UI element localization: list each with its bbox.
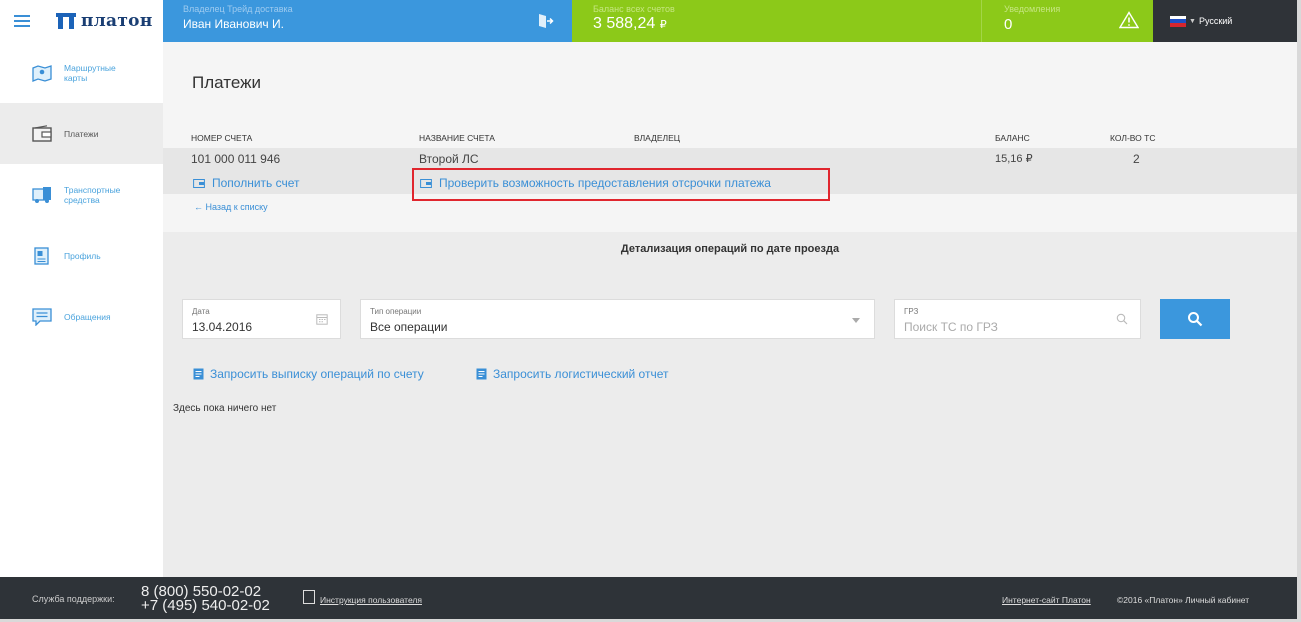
window-edge [1297, 0, 1301, 622]
operation-type-select[interactable]: Тип операции Все операции [360, 299, 875, 339]
balance-value: 3 588,24 ₽ [593, 15, 981, 33]
sidebar-item-payments[interactable]: Платежи [0, 103, 163, 164]
sidebar-item-label: Обращения [64, 311, 111, 322]
language-selector[interactable]: ▼ Русский [1153, 0, 1297, 42]
wallet-icon [193, 179, 205, 188]
balance-amount: 3 588,24 [593, 15, 656, 32]
grz-label: ГРЗ [904, 307, 919, 316]
empty-state-text: Здесь пока ничего нет [173, 403, 277, 414]
sidebar-item-label: Транспортные средства [64, 184, 121, 205]
owner-panel[interactable]: Владелец Трейд доставка Иван Иванович И. [163, 0, 572, 42]
request-statement-label: Запросить выписку операций по счету [210, 367, 424, 381]
russia-flag-icon [1170, 15, 1186, 27]
logout-icon[interactable] [536, 12, 554, 30]
sidebar-item-requests[interactable]: Обращения [0, 286, 163, 347]
date-value: 13.04.2016 [192, 320, 253, 334]
topup-account-link[interactable]: Пополнить счет [193, 176, 300, 190]
column-header-vehicles: Кол-во ТС [1110, 133, 1156, 143]
calendar-icon[interactable] [316, 313, 328, 325]
page-title: Платежи [192, 73, 261, 92]
sidebar-item-profile[interactable]: Профиль [0, 225, 163, 286]
chevron-down-icon: ▼ [1189, 17, 1196, 25]
document-icon [193, 368, 204, 380]
column-header-number: Номер счета [191, 133, 253, 143]
user-manual-link[interactable]: Инструкция пользователя [320, 595, 422, 605]
logo-text: платон [81, 11, 153, 31]
chevron-down-icon [852, 318, 860, 323]
download-icon [303, 590, 315, 604]
search-button[interactable] [1160, 299, 1230, 339]
support-phones: 8 (800) 550-02-02 +7 (495) 540-02-02 [141, 584, 270, 613]
warning-icon [1119, 11, 1139, 29]
map-icon [32, 64, 52, 82]
menu-toggle[interactable] [0, 0, 44, 42]
request-logistic-report-label: Запросить логистический отчет [493, 367, 669, 381]
request-logistic-report-link[interactable]: Запросить логистический отчет [476, 367, 669, 381]
account-panel: Платежи Номер счета Название счета Владе… [163, 42, 1297, 232]
sidebar-item-label: Маршрутные карты [64, 62, 116, 83]
topup-account-label: Пополнить счет [212, 176, 300, 190]
search-icon [1188, 312, 1203, 327]
support-phone-2[interactable]: +7 (495) 540-02-02 [141, 598, 270, 613]
grz-search-input[interactable]: ГРЗ Поиск ТС по ГРЗ [894, 299, 1141, 339]
account-name: Второй ЛС [419, 152, 479, 166]
logo[interactable]: платон [44, 0, 163, 42]
copyright-text: ©2016 «Платон» Личный кабинет [1117, 595, 1250, 605]
grz-placeholder: Поиск ТС по ГРЗ [904, 320, 998, 334]
date-field[interactable]: Дата 13.04.2016 [182, 299, 341, 339]
back-to-list-link[interactable]: ← Назад к списку [194, 202, 268, 212]
section-title: Детализация операций по дате проезда [620, 243, 840, 255]
sidebar-item-route-maps[interactable]: Маршрутные карты [0, 42, 163, 103]
column-header-balance: Баланс [995, 133, 1030, 143]
website-link[interactable]: Интернет-сайт Платон [1002, 595, 1091, 605]
sidebar-item-label: Профиль [64, 250, 101, 261]
date-label: Дата [192, 307, 210, 316]
balance-label: Баланс всех счетов [593, 4, 675, 14]
column-header-name: Название счета [419, 133, 495, 143]
sidebar-item-label: Платежи [64, 128, 99, 139]
message-icon [32, 307, 52, 326]
footer: Служба поддержки: 8 (800) 550-02-02 +7 (… [0, 577, 1297, 619]
sidebar: Маршрутные карты Платежи Транспортные сред… [0, 42, 163, 577]
account-number: 101 000 011 946 [191, 152, 281, 166]
language-label: Русский [1198, 16, 1233, 26]
wallet-icon [32, 124, 52, 142]
notifications-panel[interactable]: Уведомления 0 [981, 0, 1153, 42]
app-root: платон Владелец Трейд доставка Иван Иван… [0, 0, 1301, 622]
operation-type-label: Тип операции [370, 307, 422, 316]
balance-currency: ₽ [659, 19, 667, 31]
search-icon [1116, 313, 1128, 325]
balance-panel[interactable]: Баланс всех счетов 3 588,24 ₽ [572, 0, 981, 42]
owner-name: Иван Иванович И. [183, 17, 284, 31]
operation-type-value: Все операции [370, 320, 448, 334]
account-vehicles-count: 2 [1133, 152, 1140, 166]
account-balance: 15,16 ₽ [995, 153, 1033, 165]
document-icon [476, 368, 487, 380]
profile-icon [34, 246, 49, 265]
highlight-annotation [412, 168, 830, 201]
request-statement-link[interactable]: Запросить выписку операций по счету [193, 367, 424, 381]
main-content: Платежи Номер счета Название счета Владе… [163, 42, 1297, 577]
top-header: платон Владелец Трейд доставка Иван Иван… [0, 0, 1297, 42]
owner-label: Владелец Трейд доставка [183, 4, 293, 14]
logo-icon [56, 13, 76, 29]
column-header-owner: Владелец [634, 133, 681, 143]
hamburger-icon [14, 15, 30, 27]
vehicles-icon [32, 186, 51, 203]
sidebar-item-vehicles[interactable]: Транспортные средства [0, 164, 163, 225]
support-label: Служба поддержки: [32, 594, 115, 604]
